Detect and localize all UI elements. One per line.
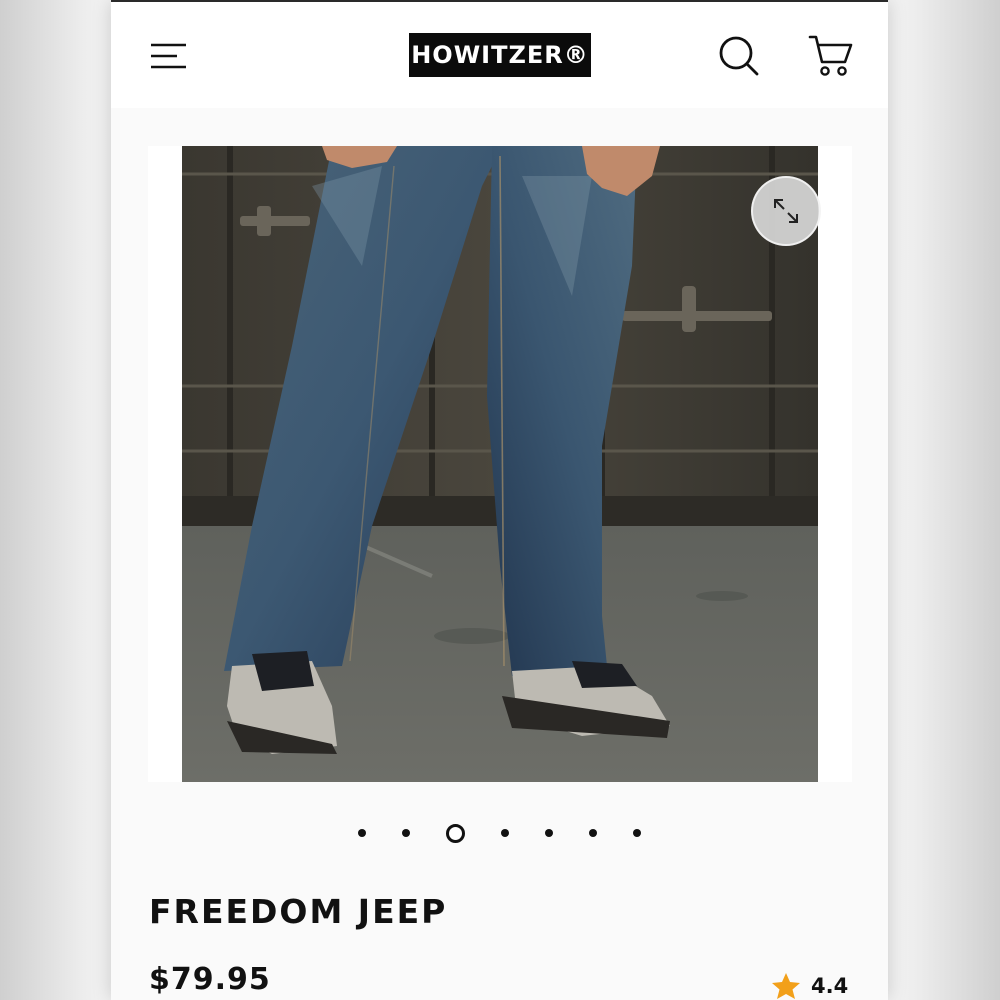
product-rating[interactable]: 4.4 (771, 972, 848, 1000)
gallery-dot-3-active[interactable] (446, 823, 465, 843)
search-button[interactable] (717, 34, 761, 78)
product-price: $79.95 (149, 962, 271, 997)
search-icon (719, 36, 759, 76)
star-icon (772, 973, 800, 999)
shopping-cart-icon (808, 35, 853, 76)
brand-logo[interactable]: HOWITZER® (409, 33, 591, 77)
hamburger-menu-icon (151, 43, 186, 69)
product-photo[interactable] (182, 146, 818, 782)
gallery-dot-5[interactable] (545, 829, 553, 837)
gallery-dot-7[interactable] (633, 829, 641, 837)
menu-button[interactable] (147, 38, 191, 74)
cart-button[interactable] (807, 32, 855, 80)
rating-value: 4.4 (811, 974, 849, 998)
gallery-pagination (111, 820, 888, 846)
gallery-dot-2[interactable] (402, 829, 410, 837)
mobile-page: HOWITZER® FREEDOM JEEP $79.95 4.4 (111, 0, 888, 1000)
expand-image-button[interactable] (751, 176, 821, 246)
product-image-gallery[interactable] (148, 146, 852, 782)
brand-logo-text: HOWITZER® (411, 41, 589, 69)
site-header: HOWITZER® (111, 0, 888, 108)
product-title: FREEDOM JEEP (149, 892, 448, 931)
expand-arrows-icon (774, 199, 798, 223)
gallery-dot-6[interactable] (589, 829, 597, 837)
gallery-dot-1[interactable] (358, 829, 366, 837)
jeans-product-image (182, 146, 818, 782)
gallery-dot-4[interactable] (501, 829, 509, 837)
